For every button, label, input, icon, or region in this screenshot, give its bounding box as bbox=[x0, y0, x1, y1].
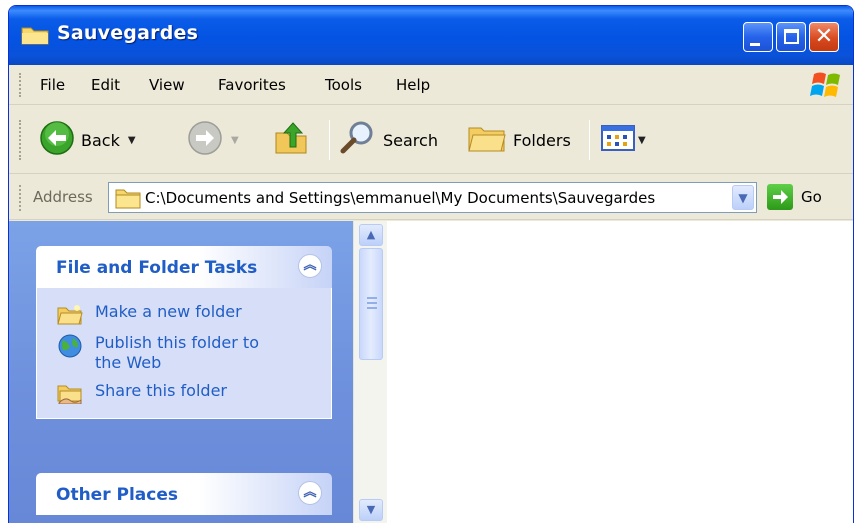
views-icon bbox=[601, 123, 635, 157]
address-value: C:\Documents and Settings\emmanuel\My Do… bbox=[145, 189, 656, 207]
go-label: Go bbox=[801, 188, 822, 206]
toolbar-separator bbox=[589, 120, 590, 160]
maximize-button[interactable] bbox=[776, 22, 806, 52]
standard-toolbar: Back ▼ ▼ Search Folders ▼ bbox=[9, 106, 853, 174]
address-label: Address bbox=[33, 188, 93, 206]
file-list-pane[interactable] bbox=[387, 221, 853, 523]
window-content: File and Folder Tasks ︽ Make a new folde… bbox=[9, 221, 853, 523]
address-dropdown-button[interactable]: ▼ bbox=[732, 185, 754, 210]
address-input[interactable]: C:\Documents and Settings\emmanuel\My Do… bbox=[108, 182, 757, 213]
task-publish-to-web[interactable]: Publish this folder to the Web bbox=[57, 333, 331, 373]
task-pane-scrollbar[interactable]: ▲ ▼ bbox=[353, 221, 387, 523]
task-share-folder[interactable]: Share this folder bbox=[57, 381, 331, 405]
menu-view[interactable]: View bbox=[149, 76, 185, 94]
globe-icon bbox=[57, 334, 83, 358]
up-folder-button[interactable] bbox=[273, 116, 311, 164]
scroll-down-button[interactable]: ▼ bbox=[359, 499, 383, 521]
task-label: Make a new folder bbox=[95, 302, 242, 321]
menu-bar: File Edit View Favorites Tools Help bbox=[9, 65, 853, 105]
collapse-chevron-icon[interactable]: ︽ bbox=[298, 254, 322, 278]
windows-logo-icon bbox=[809, 70, 845, 100]
search-icon bbox=[339, 119, 377, 161]
file-folder-tasks-panel: File and Folder Tasks ︽ Make a new folde… bbox=[36, 246, 332, 419]
up-folder-icon bbox=[273, 119, 311, 161]
minimize-button[interactable] bbox=[743, 22, 773, 52]
back-button[interactable]: Back ▼ bbox=[39, 116, 136, 164]
go-button[interactable]: Go bbox=[767, 184, 822, 210]
task-pane: File and Folder Tasks ︽ Make a new folde… bbox=[9, 221, 353, 523]
forward-button[interactable]: ▼ bbox=[187, 116, 239, 164]
menubar-grip[interactable] bbox=[19, 73, 22, 97]
toolbar-separator bbox=[329, 120, 330, 160]
search-label: Search bbox=[383, 130, 438, 150]
minimize-icon bbox=[750, 43, 760, 46]
folders-icon bbox=[467, 120, 507, 160]
scroll-up-button[interactable]: ▲ bbox=[359, 224, 383, 246]
menu-edit[interactable]: Edit bbox=[91, 76, 120, 94]
back-dropdown-icon[interactable]: ▼ bbox=[128, 135, 136, 146]
window-title: Sauvegardes bbox=[57, 22, 199, 44]
title-bar[interactable]: Sauvegardes ✕ bbox=[9, 6, 853, 65]
forward-dropdown-icon[interactable]: ▼ bbox=[231, 135, 239, 146]
folders-button[interactable]: Folders bbox=[467, 116, 571, 164]
menu-tools[interactable]: Tools bbox=[325, 76, 362, 94]
back-label: Back bbox=[81, 130, 120, 150]
addressbar-grip[interactable] bbox=[19, 185, 22, 211]
menu-file[interactable]: File bbox=[40, 76, 65, 94]
scroll-thumb[interactable] bbox=[359, 248, 383, 360]
thumb-grip-icon bbox=[367, 297, 377, 309]
explorer-window: Sauvegardes ✕ File Edit View Favorites T… bbox=[8, 5, 854, 523]
toolbar-grip[interactable] bbox=[19, 120, 22, 160]
new-folder-icon bbox=[57, 303, 83, 325]
task-label: Publish this folder to the Web bbox=[95, 333, 259, 372]
folder-icon bbox=[21, 25, 49, 45]
task-make-new-folder[interactable]: Make a new folder bbox=[57, 302, 331, 325]
menu-favorites[interactable]: Favorites bbox=[218, 76, 286, 94]
search-button[interactable]: Search bbox=[339, 116, 438, 164]
share-folder-icon bbox=[57, 382, 83, 405]
views-dropdown-icon[interactable]: ▼ bbox=[638, 135, 646, 146]
views-button[interactable]: ▼ bbox=[601, 116, 646, 164]
back-arrow-icon bbox=[39, 120, 75, 160]
collapse-chevron-icon[interactable]: ︽ bbox=[298, 481, 322, 505]
folder-icon bbox=[115, 187, 141, 209]
close-icon: ✕ bbox=[814, 24, 834, 49]
maximize-icon bbox=[784, 29, 799, 44]
close-button[interactable]: ✕ bbox=[809, 22, 839, 52]
go-arrow-icon bbox=[767, 184, 793, 210]
file-folder-tasks-title: File and Folder Tasks bbox=[56, 258, 258, 278]
address-bar: Address C:\Documents and Settings\emmanu… bbox=[9, 175, 853, 220]
menu-help[interactable]: Help bbox=[396, 76, 430, 94]
other-places-header[interactable]: Other Places ︽ bbox=[36, 473, 332, 515]
other-places-panel: Other Places ︽ bbox=[36, 473, 332, 515]
file-folder-tasks-body: Make a new folder Publish this folder to… bbox=[36, 288, 332, 419]
folders-label: Folders bbox=[513, 130, 571, 150]
task-label: Share this folder bbox=[95, 381, 227, 400]
forward-arrow-icon bbox=[187, 120, 223, 160]
other-places-title: Other Places bbox=[56, 485, 178, 505]
file-folder-tasks-header[interactable]: File and Folder Tasks ︽ bbox=[36, 246, 332, 288]
